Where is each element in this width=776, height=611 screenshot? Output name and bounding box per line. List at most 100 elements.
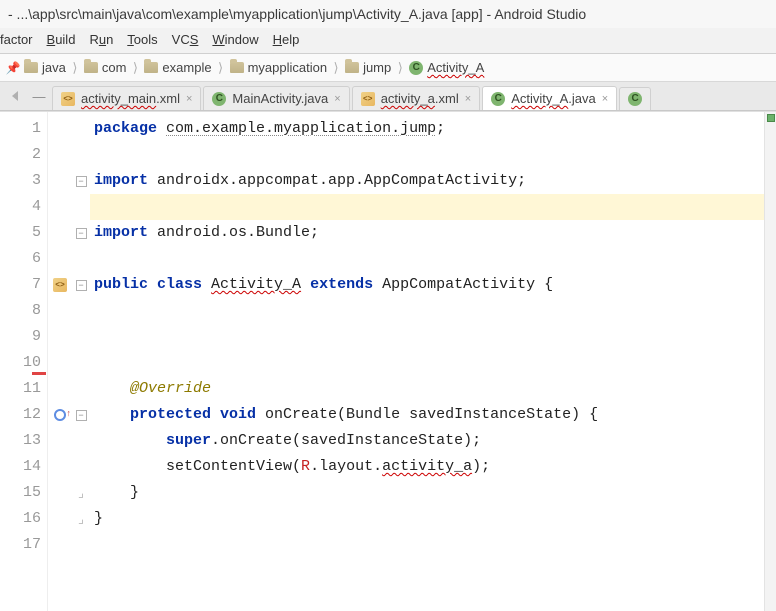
breadcrumb-item-jump[interactable]: jump xyxy=(345,60,391,75)
folder-icon xyxy=(24,62,38,73)
code-line[interactable] xyxy=(90,350,776,376)
line-number: 3 xyxy=(0,168,41,194)
editor-tabs: — activity_main.xml×CMainActivity.java×a… xyxy=(0,82,776,111)
xml-icon[interactable] xyxy=(53,278,67,292)
code-line[interactable] xyxy=(90,142,776,168)
code-line[interactable]: } xyxy=(90,480,776,506)
error-stripe[interactable] xyxy=(764,112,776,611)
code-line[interactable] xyxy=(90,194,776,220)
tab-activity_main-xml[interactable]: activity_main.xml × xyxy=(52,86,201,110)
code-line[interactable]: public class Activity_A extends AppCompa… xyxy=(90,272,776,298)
line-number: 17 xyxy=(0,532,41,558)
breadcrumb-item-activity_a[interactable]: C Activity_A xyxy=(409,60,484,75)
fold-end-icon: ⌟ xyxy=(78,511,84,527)
class-icon: C xyxy=(212,92,226,106)
gutter-markers xyxy=(48,112,72,611)
tab-label: Activity_A.java xyxy=(511,91,596,106)
fold-toggle-icon[interactable]: − xyxy=(76,280,87,291)
line-number: 5 xyxy=(0,220,41,246)
menu-item-vcs[interactable]: VCS xyxy=(172,32,199,47)
line-number: 14 xyxy=(0,454,41,480)
collapse-left-button[interactable] xyxy=(4,85,26,107)
fold-toggle-icon[interactable]: − xyxy=(76,176,87,187)
menu-item-build[interactable]: Build xyxy=(47,32,76,47)
breadcrumb-label: myapplication xyxy=(248,60,328,75)
tab-label: activity_a.xml xyxy=(381,91,459,106)
line-number: 4 xyxy=(0,194,41,220)
close-icon[interactable]: × xyxy=(186,93,192,105)
folder-icon xyxy=(230,62,244,73)
line-number: 7 xyxy=(0,272,41,298)
window-title: - ...\app\src\main\java\com\example\myap… xyxy=(0,0,776,28)
code-line[interactable]: protected void onCreate(Bundle savedInst… xyxy=(90,402,776,428)
code-line[interactable]: import android.os.Bundle; xyxy=(90,220,776,246)
folder-icon xyxy=(144,62,158,73)
code-editor[interactable]: 1234567891011121314151617 −−−−⌟⌟ package… xyxy=(0,111,776,611)
close-icon[interactable]: × xyxy=(602,93,608,105)
breadcrumb: 📌 java com example myapplication jump C Activi… xyxy=(0,54,776,82)
code-line[interactable]: setContentView(R.layout.activity_a); xyxy=(90,454,776,480)
line-number: 8 xyxy=(0,298,41,324)
menu-item-window[interactable]: Window xyxy=(212,32,258,47)
fold-toggle-icon[interactable]: − xyxy=(76,410,87,421)
code-line[interactable] xyxy=(90,298,776,324)
line-number: 1 xyxy=(0,116,41,142)
line-number: 11 xyxy=(0,376,41,402)
breadcrumb-item-example[interactable]: example xyxy=(144,60,211,75)
fold-end-icon: ⌟ xyxy=(78,485,84,501)
line-number-gutter: 1234567891011121314151617 xyxy=(0,112,48,611)
xml-file-icon xyxy=(61,92,75,106)
code-line[interactable] xyxy=(90,532,776,558)
line-number: 13 xyxy=(0,428,41,454)
breadcrumb-separator-icon xyxy=(70,61,80,75)
breadcrumb-item-com[interactable]: com xyxy=(84,60,127,75)
breadcrumb-item-myapplication[interactable]: myapplication xyxy=(230,60,328,75)
line-number: 2 xyxy=(0,142,41,168)
breadcrumb-label: Activity_A xyxy=(427,60,484,75)
breadcrumb-item-java[interactable]: java xyxy=(24,60,66,75)
change-marker-icon xyxy=(32,372,46,375)
code-line[interactable] xyxy=(90,324,776,350)
line-number: 16 xyxy=(0,506,41,532)
fold-column[interactable]: − − − − ⌟ ⌟ xyxy=(72,112,90,611)
folder-icon xyxy=(345,62,359,73)
line-number: 15 xyxy=(0,480,41,506)
menu-item-tools[interactable]: Tools xyxy=(127,32,157,47)
menu-item-help[interactable]: Help xyxy=(273,32,300,47)
code-line[interactable]: package com.example.myapplication.jump; xyxy=(90,116,776,142)
pin-icon[interactable]: 📌 xyxy=(6,61,20,75)
menu-bar: factor Build Run Tools VCS Window Help xyxy=(0,28,776,54)
breadcrumb-separator-icon xyxy=(130,61,140,75)
code-line[interactable]: @Override xyxy=(90,376,776,402)
code-area[interactable]: package com.example.myapplication.jump; … xyxy=(90,112,776,611)
breadcrumb-separator-icon xyxy=(395,61,405,75)
tab-label: activity_main.xml xyxy=(81,91,180,106)
folder-icon xyxy=(84,62,98,73)
line-number: 6 xyxy=(0,246,41,272)
override-method-icon[interactable] xyxy=(54,409,66,421)
tab-more[interactable]: C xyxy=(619,87,651,110)
menu-item-factor[interactable]: factor xyxy=(0,32,33,47)
code-line[interactable]: import androidx.appcompat.app.AppCompatA… xyxy=(90,168,776,194)
tab-activity_a-java[interactable]: CActivity_A.java× xyxy=(482,86,617,110)
close-icon[interactable]: × xyxy=(465,93,471,105)
breadcrumb-label: java xyxy=(42,60,66,75)
breadcrumb-label: jump xyxy=(363,60,391,75)
code-line[interactable] xyxy=(90,246,776,272)
breadcrumb-separator-icon xyxy=(331,61,341,75)
code-line[interactable]: } xyxy=(90,506,776,532)
code-line[interactable]: super.onCreate(savedInstanceState); xyxy=(90,428,776,454)
menu-item-run[interactable]: Run xyxy=(89,32,113,47)
class-icon: C xyxy=(628,92,642,106)
minimize-button[interactable]: — xyxy=(28,85,50,107)
xml-file-icon xyxy=(361,92,375,106)
class-icon: C xyxy=(409,61,423,75)
breadcrumb-label: example xyxy=(162,60,211,75)
tab-activity_a-xml[interactable]: activity_a.xml × xyxy=(352,86,480,110)
tab-label: MainActivity.java xyxy=(232,91,328,106)
fold-toggle-icon[interactable]: − xyxy=(76,228,87,239)
line-number: 9 xyxy=(0,324,41,350)
close-icon[interactable]: × xyxy=(334,93,340,105)
tab-mainactivity-java[interactable]: C MainActivity.java × xyxy=(203,86,349,110)
breadcrumb-separator-icon xyxy=(216,61,226,75)
